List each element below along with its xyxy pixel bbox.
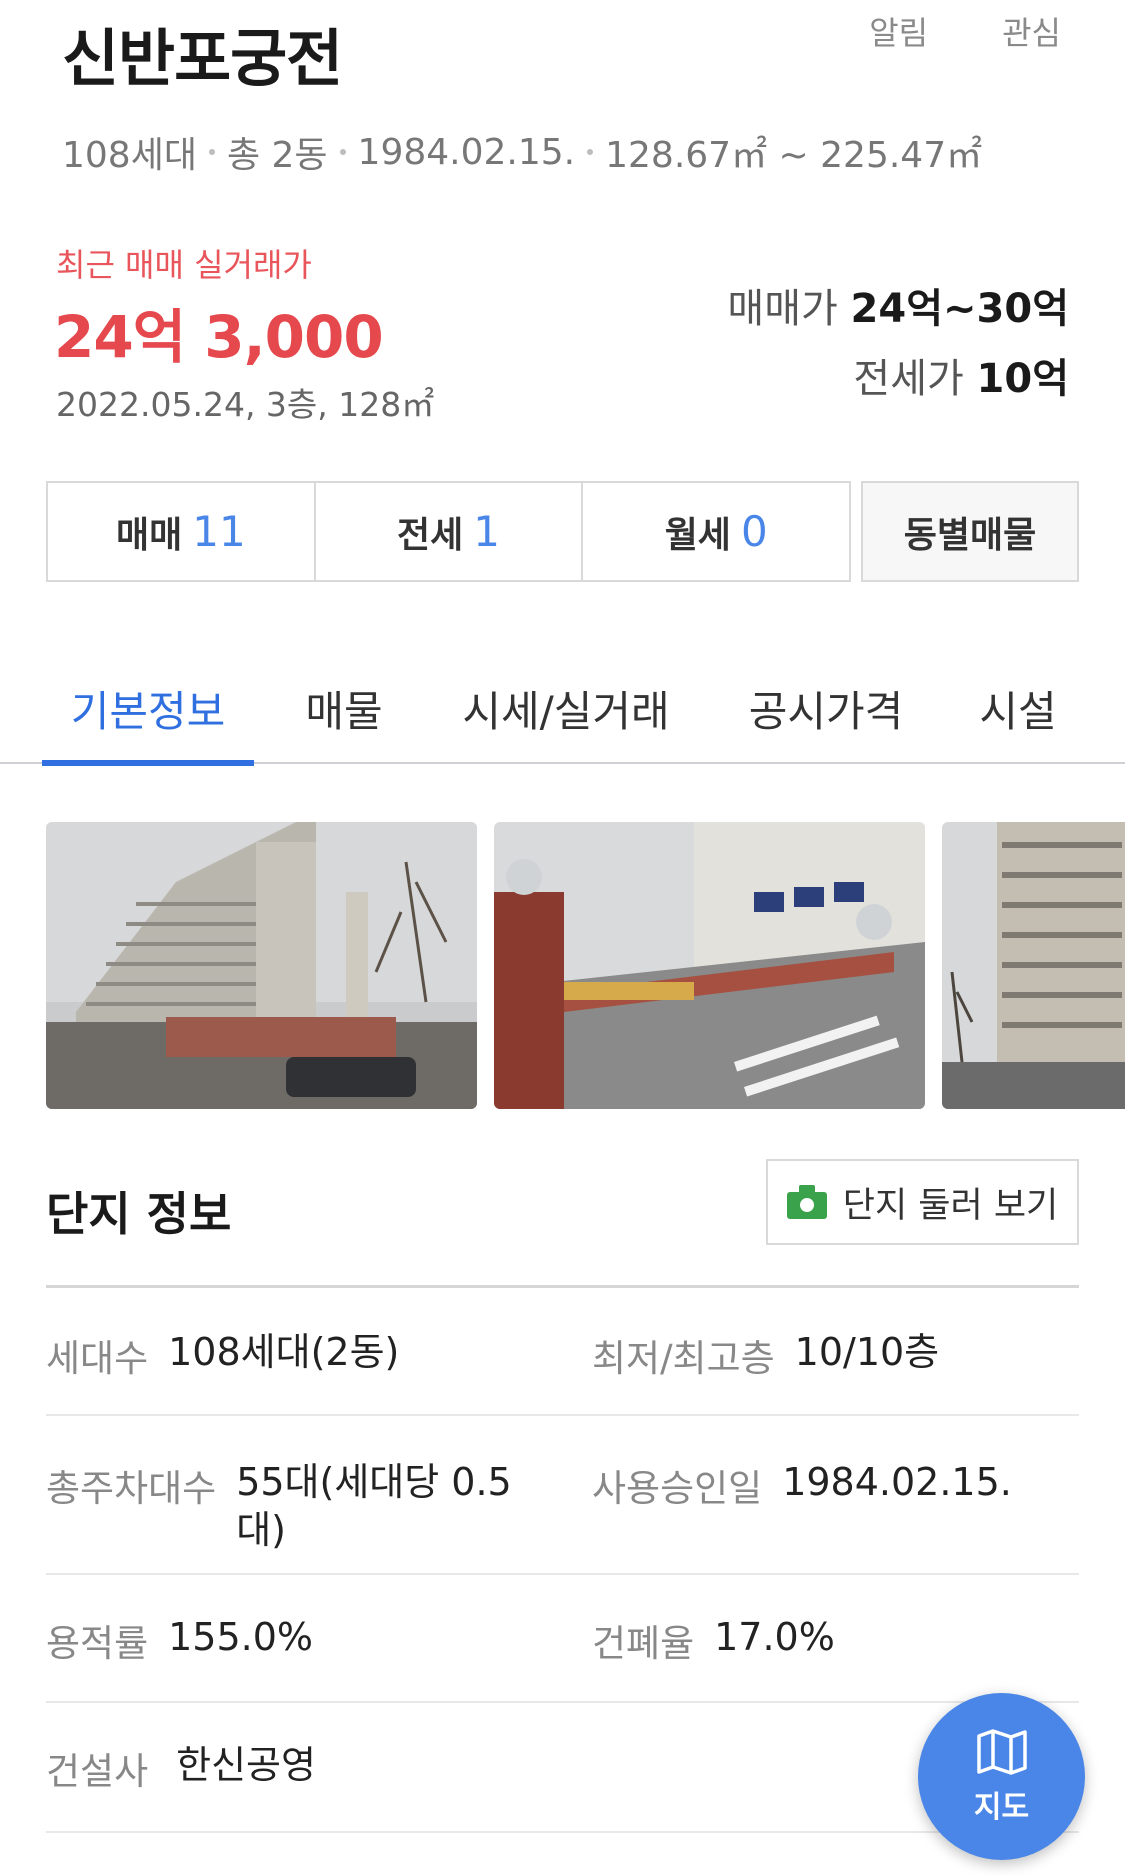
separator-dot: [587, 149, 594, 155]
deal-tab-jeonse[interactable]: 전세 1: [316, 483, 584, 580]
info-label: 건설사: [46, 1750, 149, 1793]
tab-label: 시세/실거래: [462, 686, 670, 736]
listings-by-building-button[interactable]: 동별매물: [861, 481, 1079, 582]
recent-deal-label: 최근 매매 실거래가: [56, 246, 312, 284]
deal-tab-count: 0: [740, 507, 768, 556]
tab-facilities[interactable]: 시설: [962, 652, 1074, 764]
deal-tab-count: 1: [473, 507, 500, 556]
jeonse-price-label: 전세가: [853, 356, 964, 402]
street-photo-illustration: [494, 822, 925, 1109]
table-row: 세대수 108세대(2동) 최저/최고층 10/10층: [46, 1288, 1079, 1416]
info-value: 10/10층: [794, 1330, 940, 1374]
info-value: 한신공영: [176, 1743, 316, 1787]
info-label: 세대수: [46, 1337, 149, 1380]
summary-buildings: 총 2동: [226, 135, 328, 176]
tab-listings[interactable]: 매물: [284, 652, 404, 764]
info-cell: 용적률 155.0%: [46, 1613, 313, 1667]
complex-tour-button[interactable]: 단지 둘러 보기: [766, 1159, 1079, 1245]
alert-button[interactable]: 알림: [869, 8, 928, 54]
info-label: 총주차대수: [46, 1467, 217, 1510]
tab-price-transactions[interactable]: 시세/실거래: [448, 652, 684, 764]
deal-tab-monthly[interactable]: 월세 0: [583, 483, 849, 580]
tab-label: 공시가격: [748, 686, 904, 736]
table-row: 용적률 155.0% 건폐율 17.0%: [46, 1575, 1079, 1703]
map-button-label: 지도: [973, 1789, 1030, 1825]
info-cell: 사용승인일 1984.02.15.: [592, 1458, 1012, 1512]
favorite-button[interactable]: 관심: [1002, 8, 1061, 54]
complex-tour-label: 단지 둘러 보기: [842, 1185, 1059, 1226]
page-title: 신반포궁전: [62, 22, 343, 95]
info-value: 155.0%: [168, 1615, 314, 1659]
summary-area: 128.67㎡ ~ 225.47㎡: [605, 135, 983, 176]
separator-dot: [208, 149, 215, 155]
info-cell: 최저/최고층 10/10층: [592, 1328, 939, 1382]
recent-deal-price: 24억 3,000: [54, 303, 384, 371]
info-label: 건폐율: [592, 1622, 695, 1665]
main-tab-bar: 기본정보 매물 시세/실거래 공시가격 시설: [0, 652, 1125, 766]
info-value: 108세대(2동): [168, 1330, 400, 1374]
deal-tab-count: 11: [192, 507, 246, 556]
info-cell: 세대수 108세대(2동): [46, 1328, 399, 1382]
camera-icon: [786, 1185, 827, 1219]
deal-tab-label: 월세: [664, 514, 731, 556]
info-cell: 건폐율 17.0%: [592, 1613, 835, 1667]
recent-deal-meta: 2022.05.24, 3층, 128㎡: [56, 385, 435, 424]
table-row: 총주차대수 55대(세대당 0.5대) 사용승인일 1984.02.15.: [46, 1416, 1079, 1575]
deal-type-tabs: 매매 11 전세 1 월세 0 동별매물: [46, 481, 1079, 582]
map-icon: [976, 1728, 1027, 1775]
deal-tab-label: 매매: [115, 514, 183, 556]
complex-photo[interactable]: [942, 822, 1125, 1109]
info-label: 용적률: [46, 1622, 149, 1665]
separator-dot: [339, 149, 346, 155]
complex-summary: 108세대 총 2동 1984.02.15. 128.67㎡ ~ 225.47㎡: [62, 126, 982, 178]
deal-tab-sale[interactable]: 매매 11: [48, 483, 316, 580]
sale-price-row: 매매가 24억~30억: [727, 274, 1069, 344]
info-value: 55대(세대당 0.5대): [236, 1460, 512, 1552]
map-button[interactable]: 지도: [918, 1693, 1085, 1860]
complex-photo[interactable]: [46, 822, 477, 1109]
summary-approved-date: 1984.02.15.: [357, 131, 576, 173]
info-cell: 총주차대수 55대(세대당 0.5대): [46, 1458, 526, 1554]
building-photo-illustration: [942, 822, 1125, 1109]
deal-tab-label: 전세: [397, 514, 464, 556]
jeonse-price-row: 전세가 10억: [727, 344, 1069, 414]
info-cell: 건설사 한신공영: [46, 1741, 316, 1795]
info-value: 17.0%: [714, 1615, 835, 1659]
info-label: 사용승인일: [592, 1467, 763, 1510]
deal-tab-group: 매매 11 전세 1 월세 0: [46, 481, 851, 582]
top-actions: 알림 관심: [869, 8, 1061, 54]
info-value: 1984.02.15.: [782, 1460, 1012, 1504]
sale-price-label: 매매가: [727, 286, 838, 332]
complex-photo[interactable]: [494, 822, 925, 1109]
complex-info-title: 단지 정보: [46, 1187, 232, 1241]
tab-label: 기본정보: [70, 686, 226, 736]
apartment-photo-illustration: [46, 822, 477, 1109]
tab-official-price[interactable]: 공시가격: [728, 652, 924, 764]
tab-label: 시설: [979, 686, 1057, 736]
active-tab-indicator: [42, 760, 254, 766]
price-range: 매매가 24억~30억 전세가 10억: [727, 274, 1069, 414]
summary-units: 108세대: [62, 135, 197, 176]
tab-label: 매물: [305, 686, 383, 736]
sale-price-value: 24억~30억: [850, 286, 1069, 332]
info-label: 최저/최고층: [592, 1337, 775, 1380]
jeonse-price-value: 10억: [976, 356, 1069, 402]
tab-basic-info[interactable]: 기본정보: [42, 652, 254, 766]
